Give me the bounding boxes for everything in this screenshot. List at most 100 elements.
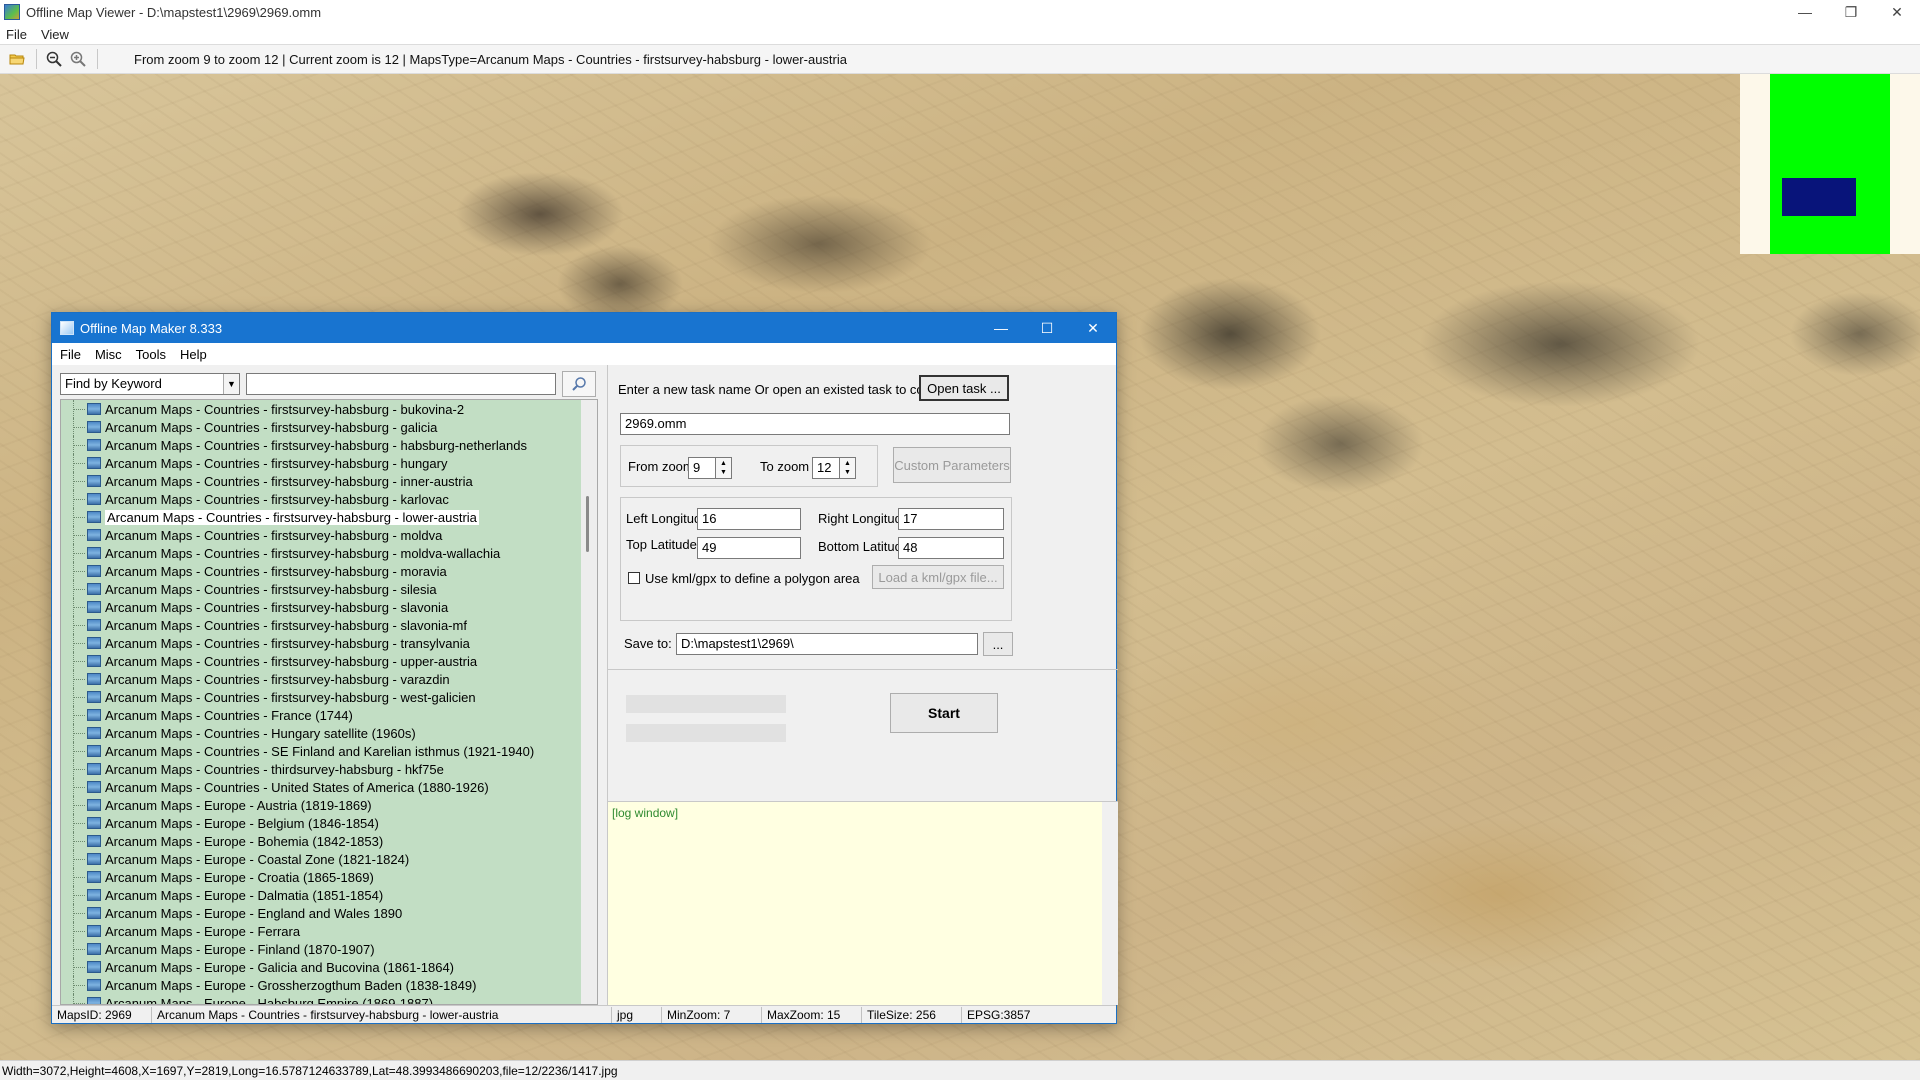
- tree-item-label: Arcanum Maps - Countries - firstsurvey-h…: [105, 581, 437, 597]
- search-button[interactable]: [562, 371, 596, 397]
- tree-item[interactable]: Arcanum Maps - Europe - Belgium (1846-18…: [61, 814, 581, 832]
- restore-button[interactable]: ❐: [1828, 0, 1874, 24]
- tree-item-label: Arcanum Maps - Europe - Grossherzogthum …: [105, 977, 477, 993]
- status-max-zoom: MaxZoom: 15: [762, 1006, 862, 1023]
- tree-item[interactable]: Arcanum Maps - Countries - firstsurvey-h…: [61, 616, 581, 634]
- log-window[interactable]: [log window]: [608, 801, 1118, 1005]
- dialog-close-button[interactable]: ✕: [1070, 313, 1116, 343]
- tree-item[interactable]: Arcanum Maps - Countries - firstsurvey-h…: [61, 418, 581, 436]
- folder-open-icon[interactable]: [6, 48, 28, 70]
- search-mode-select[interactable]: Find by Keyword ▼: [60, 373, 240, 395]
- tree-item[interactable]: Arcanum Maps - Countries - thirdsurvey-h…: [61, 760, 581, 778]
- to-zoom-spinner[interactable]: ▲ ▼: [840, 457, 856, 479]
- tree-item-label: Arcanum Maps - Countries - firstsurvey-h…: [105, 527, 443, 543]
- tree-item[interactable]: Arcanum Maps - Europe - Finland (1870-19…: [61, 940, 581, 958]
- tree-item[interactable]: Arcanum Maps - Countries - United States…: [61, 778, 581, 796]
- zoom-in-icon[interactable]: [67, 48, 89, 70]
- tree-item-label: Arcanum Maps - Europe - England and Wale…: [105, 905, 403, 921]
- to-zoom-input[interactable]: 12: [812, 457, 840, 479]
- map-icon: [87, 709, 101, 721]
- bottom-latitude-input[interactable]: 48: [898, 537, 1004, 559]
- menu-view[interactable]: View: [41, 27, 69, 42]
- map-icon: [87, 889, 101, 901]
- tree-item[interactable]: Arcanum Maps - Countries - SE Finland an…: [61, 742, 581, 760]
- tree-item[interactable]: Arcanum Maps - Countries - firstsurvey-h…: [61, 544, 581, 562]
- tree-item-label: Arcanum Maps - Europe - Bohemia (1842-18…: [105, 833, 384, 849]
- tree-item[interactable]: Arcanum Maps - Countries - firstsurvey-h…: [61, 562, 581, 580]
- zoom-out-icon[interactable]: [43, 48, 65, 70]
- tree-item[interactable]: Arcanum Maps - Europe - Croatia (1865-18…: [61, 868, 581, 886]
- tree-item[interactable]: Arcanum Maps - Countries - Hungary satel…: [61, 724, 581, 742]
- tree-item[interactable]: Arcanum Maps - Countries - firstsurvey-h…: [61, 454, 581, 472]
- menu-file[interactable]: File: [6, 27, 27, 42]
- start-button[interactable]: Start: [890, 693, 998, 733]
- dialog-menu-misc[interactable]: Misc: [95, 347, 122, 362]
- task-name-input[interactable]: 2969.omm: [620, 413, 1010, 435]
- map-icon: [87, 457, 101, 469]
- map-type-tree[interactable]: Arcanum Maps - Countries - firstsurvey-h…: [60, 399, 598, 1005]
- tree-item[interactable]: Arcanum Maps - Countries - firstsurvey-h…: [61, 598, 581, 616]
- from-zoom-input[interactable]: 9: [688, 457, 716, 479]
- tree-item[interactable]: Arcanum Maps - Countries - firstsurvey-h…: [61, 652, 581, 670]
- custom-parameters-button[interactable]: Custom Parameters: [893, 447, 1011, 483]
- minimize-button[interactable]: —: [1782, 0, 1828, 24]
- tree-item[interactable]: Arcanum Maps - Countries - firstsurvey-h…: [61, 634, 581, 652]
- viewer-statusbar: Width=3072,Height=4608,X=1697,Y=2819,Lon…: [0, 1060, 1920, 1080]
- minimap[interactable]: [1740, 74, 1920, 254]
- dialog-menu-file[interactable]: File: [60, 347, 81, 362]
- tree-item[interactable]: Arcanum Maps - Europe - England and Wale…: [61, 904, 581, 922]
- open-task-button[interactable]: Open task ...: [919, 375, 1009, 401]
- tree-item[interactable]: Arcanum Maps - Countries - firstsurvey-h…: [61, 472, 581, 490]
- from-zoom-spinner[interactable]: ▲ ▼: [716, 457, 732, 479]
- tree-item[interactable]: Arcanum Maps - Countries - firstsurvey-h…: [61, 688, 581, 706]
- tree-item[interactable]: Arcanum Maps - Europe - Grossherzogthum …: [61, 976, 581, 994]
- tree-item[interactable]: Arcanum Maps - Countries - firstsurvey-h…: [61, 490, 581, 508]
- load-kml-button[interactable]: Load a kml/gpx file...: [872, 565, 1004, 589]
- left-longitude-input[interactable]: 16: [697, 508, 801, 530]
- tree-item-label: Arcanum Maps - Europe - Austria (1819-18…: [105, 797, 372, 813]
- tree-item[interactable]: Arcanum Maps - Europe - Bohemia (1842-18…: [61, 832, 581, 850]
- log-scrollbar[interactable]: [1102, 802, 1118, 1005]
- minimap-viewport[interactable]: [1782, 178, 1856, 216]
- tree-item[interactable]: Arcanum Maps - Countries - firstsurvey-h…: [61, 400, 581, 418]
- dialog-menu-tools[interactable]: Tools: [136, 347, 166, 362]
- dialog-maximize-button[interactable]: ☐: [1024, 313, 1070, 343]
- tree-scroll-thumb[interactable]: [586, 496, 589, 552]
- right-longitude-input[interactable]: 17: [898, 508, 1004, 530]
- tree-item-label: Arcanum Maps - Countries - firstsurvey-h…: [105, 491, 449, 507]
- tree-item[interactable]: Arcanum Maps - Countries - firstsurvey-h…: [61, 580, 581, 598]
- kml-checkbox[interactable]: [628, 572, 640, 584]
- map-icon: [87, 403, 101, 415]
- tree-item[interactable]: Arcanum Maps - Europe - Galicia and Buco…: [61, 958, 581, 976]
- tree-item-label: Arcanum Maps - Countries - firstsurvey-h…: [105, 545, 501, 561]
- map-icon: [87, 853, 101, 865]
- tree-item[interactable]: Arcanum Maps - Europe - Coastal Zone (18…: [61, 850, 581, 868]
- status-tile-size: TileSize: 256: [862, 1006, 962, 1023]
- bottom-latitude-label: Bottom Latitude: [818, 539, 910, 554]
- log-text: [log window]: [612, 806, 679, 820]
- tree-item[interactable]: Arcanum Maps - Europe - Ferrara: [61, 922, 581, 940]
- top-latitude-input[interactable]: 49: [697, 537, 801, 559]
- tree-item[interactable]: Arcanum Maps - Europe - Habsburg Empire …: [61, 994, 581, 1004]
- tree-item[interactable]: Arcanum Maps - Europe - Dalmatia (1851-1…: [61, 886, 581, 904]
- search-icon: [572, 377, 586, 391]
- save-path-input[interactable]: D:\mapstest1\2969\: [676, 633, 978, 655]
- map-icon: [87, 655, 101, 667]
- tree-item[interactable]: Arcanum Maps - Countries - firstsurvey-h…: [61, 508, 581, 526]
- chevron-down-icon[interactable]: ▼: [223, 374, 239, 394]
- tree-item[interactable]: Arcanum Maps - Countries - firstsurvey-h…: [61, 670, 581, 688]
- tree-item[interactable]: Arcanum Maps - Countries - France (1744): [61, 706, 581, 724]
- tree-item[interactable]: Arcanum Maps - Europe - Austria (1819-18…: [61, 796, 581, 814]
- browse-button[interactable]: ...: [983, 632, 1013, 656]
- map-icon: [87, 565, 101, 577]
- tree-item-label: Arcanum Maps - Countries - firstsurvey-h…: [105, 563, 447, 579]
- tree-item[interactable]: Arcanum Maps - Countries - firstsurvey-h…: [61, 526, 581, 544]
- dialog-minimize-button[interactable]: —: [978, 313, 1024, 343]
- tree-scrollbar[interactable]: [581, 400, 597, 1004]
- search-input[interactable]: [246, 373, 556, 395]
- close-button[interactable]: ✕: [1874, 0, 1920, 24]
- tree-item-label: Arcanum Maps - Europe - Dalmatia (1851-1…: [105, 887, 384, 903]
- status-maps-id: MapsID: 2969: [52, 1006, 152, 1023]
- dialog-menu-help[interactable]: Help: [180, 347, 207, 362]
- tree-item[interactable]: Arcanum Maps - Countries - firstsurvey-h…: [61, 436, 581, 454]
